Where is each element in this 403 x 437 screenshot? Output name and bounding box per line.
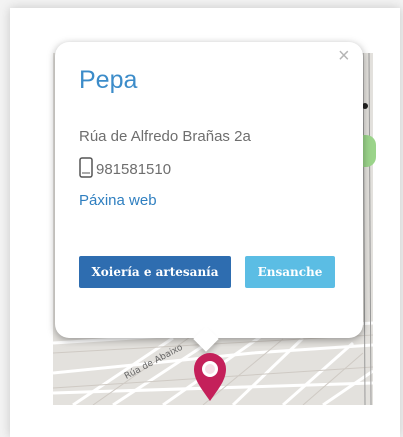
phone-row: 981581510: [79, 157, 171, 178]
category-tag-neighborhood[interactable]: Ensanche: [245, 256, 335, 288]
place-title: Pepa: [79, 66, 138, 94]
phone-number[interactable]: 981581510: [96, 161, 171, 178]
place-address: Rúa de Alfredo Brañas 2a: [79, 128, 251, 145]
category-tag-jewelry[interactable]: Xoiería e artesanía: [79, 256, 231, 288]
mobile-phone-icon: [79, 157, 93, 178]
close-icon[interactable]: ×: [338, 46, 350, 66]
map-park-area: [362, 135, 376, 167]
map-pin-icon[interactable]: [191, 350, 229, 402]
website-link[interactable]: Páxina web: [79, 192, 157, 209]
